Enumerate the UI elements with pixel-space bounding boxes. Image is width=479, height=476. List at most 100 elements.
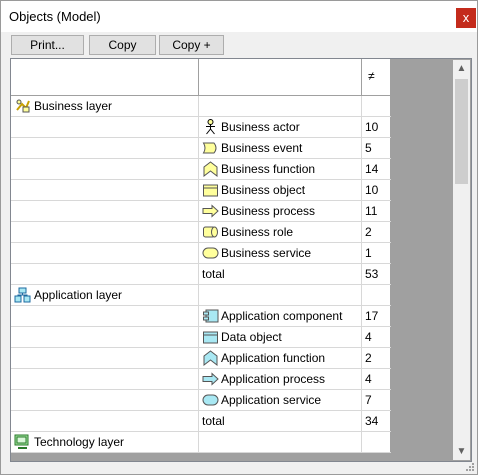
layer-cell xyxy=(11,180,199,200)
copy-button[interactable]: Copy xyxy=(89,35,156,55)
table-row[interactable]: Business object 10 xyxy=(11,180,391,201)
count-cell: 14 xyxy=(362,159,391,179)
element-name: Application service xyxy=(221,393,322,407)
layer-cell xyxy=(11,306,199,326)
total-label: total xyxy=(202,414,225,428)
close-icon: x xyxy=(462,10,470,25)
count-cell: 10 xyxy=(362,117,391,137)
title-bar: Objects (Model) x xyxy=(1,1,477,32)
layer-name: Application layer xyxy=(34,288,123,302)
element-name: Application function xyxy=(221,351,326,365)
layer-name: Technology layer xyxy=(34,435,125,449)
scroll-up-icon[interactable]: ▲ xyxy=(453,60,470,77)
table-row[interactable]: Business role 2 xyxy=(11,222,391,243)
technology-layer-icon xyxy=(14,434,31,450)
layer-column-header[interactable] xyxy=(11,59,199,95)
element-count: 14 xyxy=(365,162,379,176)
element-cell xyxy=(199,96,362,116)
count-cell: 2 xyxy=(362,222,391,242)
layer-row[interactable]: Application layer xyxy=(11,285,391,306)
layer-cell xyxy=(11,117,199,137)
element-cell: Business function xyxy=(199,159,362,179)
element-count: 17 xyxy=(365,309,379,323)
scroll-thumb[interactable] xyxy=(455,79,468,184)
element-cell: total xyxy=(199,411,362,431)
element-count: 10 xyxy=(365,183,379,197)
layer-row[interactable]: Business layer xyxy=(11,96,391,117)
table-row[interactable]: Application service 7 xyxy=(11,390,391,411)
element-count: 2 xyxy=(365,225,372,239)
resize-grip-icon[interactable] xyxy=(465,462,475,472)
count-cell: 2 xyxy=(362,348,391,368)
element-cell: Data object xyxy=(199,327,362,347)
application-service-icon xyxy=(202,392,219,408)
layer-cell xyxy=(11,390,199,410)
layer-cell: Technology layer xyxy=(11,432,199,452)
element-count: 7 xyxy=(365,393,372,407)
table-row[interactable]: Application process 4 xyxy=(11,369,391,390)
element-cell: Business process xyxy=(199,201,362,221)
layer-cell xyxy=(11,159,199,179)
layer-cell xyxy=(11,201,199,221)
business-event-icon xyxy=(202,140,219,156)
table-row[interactable]: Application component 17 xyxy=(11,306,391,327)
layer-cell: Business layer xyxy=(11,96,199,116)
application-function-icon xyxy=(202,350,219,367)
element-name: Business function xyxy=(221,162,316,176)
business-actor-icon xyxy=(202,119,219,135)
close-button[interactable]: x xyxy=(456,8,476,28)
table-row[interactable]: Business service 1 xyxy=(11,243,391,264)
table-row[interactable]: Application function 2 xyxy=(11,348,391,369)
layer-cell xyxy=(11,243,199,263)
element-cell: Application component xyxy=(199,306,362,326)
element-name: Application process xyxy=(221,372,326,386)
count-cell: 17 xyxy=(362,306,391,326)
table-row[interactable]: Business actor 10 xyxy=(11,117,391,138)
element-name: Business object xyxy=(221,183,306,197)
element-name: Business event xyxy=(221,141,303,155)
table-row[interactable]: Data object 4 xyxy=(11,327,391,348)
total-row[interactable]: total 34 xyxy=(11,411,391,432)
element-count: 5 xyxy=(365,141,372,155)
count-cell xyxy=(362,285,391,305)
element-count: 4 xyxy=(365,330,372,344)
element-cell: Business event xyxy=(199,138,362,158)
table-row[interactable]: Business event 5 xyxy=(11,138,391,159)
application-process-icon xyxy=(202,371,219,387)
layer-row[interactable]: Technology layer xyxy=(11,432,391,453)
element-column-header[interactable] xyxy=(199,59,362,95)
element-name: Application component xyxy=(221,309,343,323)
table-row[interactable]: Business function 14 xyxy=(11,159,391,180)
element-name: Business actor xyxy=(221,120,300,134)
element-cell: Business service xyxy=(199,243,362,263)
element-name: Data object xyxy=(221,330,282,344)
table-row[interactable]: Business process 11 xyxy=(11,201,391,222)
business-object-icon xyxy=(202,182,219,198)
element-count: 11 xyxy=(365,204,378,218)
element-cell: Application process xyxy=(199,369,362,389)
window-title: Objects (Model) xyxy=(9,9,101,24)
copy-plus-button[interactable]: Copy + xyxy=(159,35,224,55)
count-cell: 5 xyxy=(362,138,391,158)
scroll-down-icon[interactable]: ▼ xyxy=(453,443,470,460)
business-service-icon xyxy=(202,245,219,261)
layer-cell xyxy=(11,138,199,158)
business-function-icon xyxy=(202,161,219,178)
total-row[interactable]: total 53 xyxy=(11,264,391,285)
vertical-scrollbar[interactable]: ▲ ▼ xyxy=(453,60,470,460)
print-button[interactable]: Print... xyxy=(11,35,84,55)
element-name: Business process xyxy=(221,204,316,218)
application-component-icon xyxy=(202,308,219,324)
count-cell: 11 xyxy=(362,201,391,221)
count-cell: 4 xyxy=(362,369,391,389)
total-label: total xyxy=(202,267,225,281)
count-cell: 7 xyxy=(362,390,391,410)
count-column-header[interactable]: ≠ xyxy=(362,59,391,95)
objects-table: ≠ Business layer Business actor 10 Business… xyxy=(11,59,391,453)
layer-cell xyxy=(11,411,199,431)
toolbar: Print... Copy Copy + xyxy=(1,32,477,58)
layer-name: Business layer xyxy=(34,99,113,113)
layer-cell xyxy=(11,369,199,389)
element-cell: Application function xyxy=(199,348,362,368)
business-layer-icon xyxy=(14,98,31,114)
